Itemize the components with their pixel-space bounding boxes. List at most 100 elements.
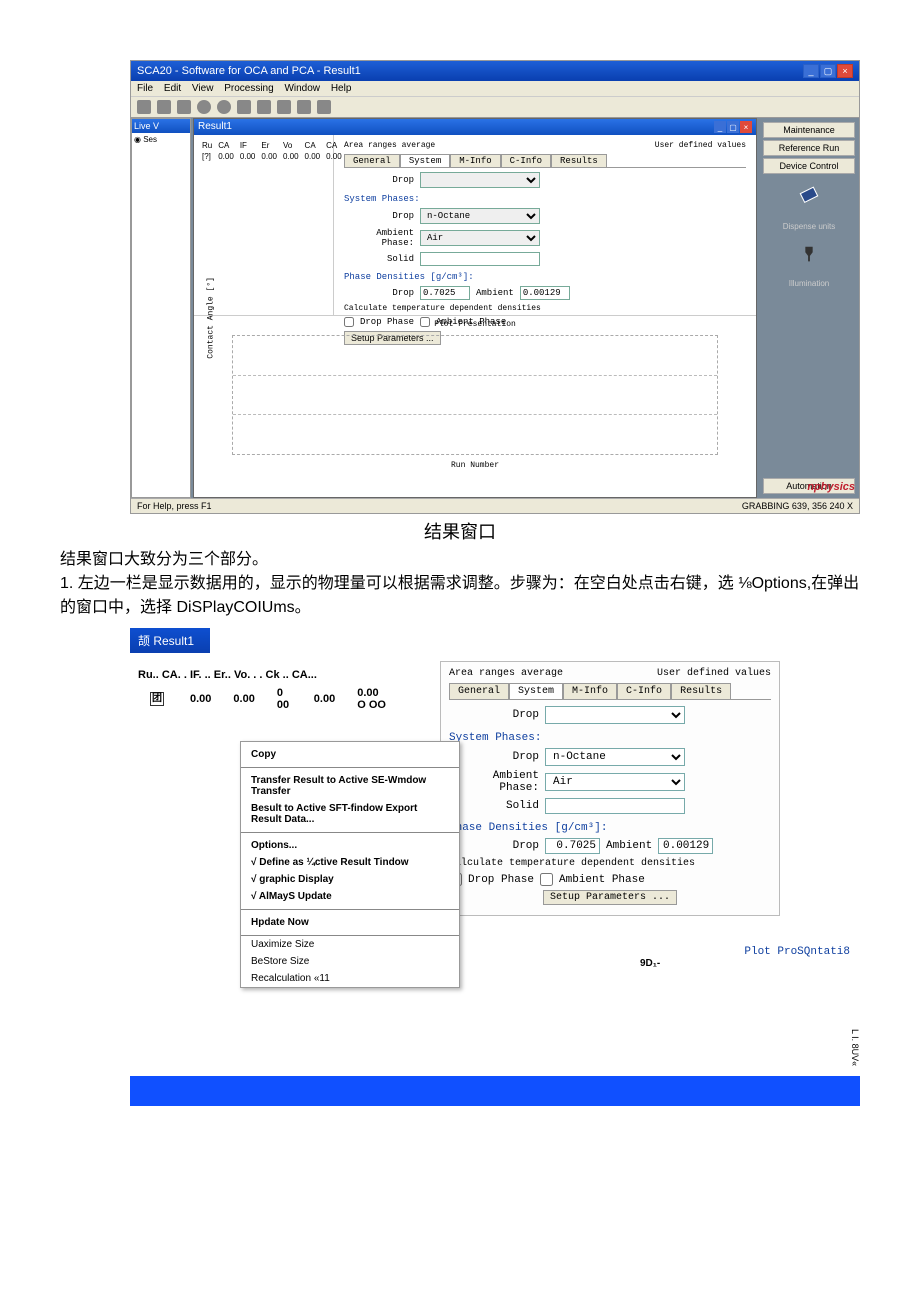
dispense-units-icon[interactable] [793,182,825,214]
tab-general[interactable]: General [344,154,400,167]
user-defined-label2[interactable]: User defined values [657,668,771,679]
r2-density-drop-input[interactable] [545,838,600,854]
density-ambient-input[interactable] [520,286,570,300]
panel2-right-wrap: Area ranges average User defined values … [440,661,860,1066]
tab2-cinfo[interactable]: C-Info [617,683,671,699]
ctx-recalc[interactable]: Recalculation «11 [241,970,459,987]
illumination-icon[interactable] [793,239,825,271]
toolbar-misc3-icon[interactable] [317,100,331,114]
r2-tiny-label: 9D₁- [640,958,860,969]
toolbar-save-icon[interactable] [157,100,171,114]
r2-solid-input[interactable] [545,798,685,814]
area-ranges-label2[interactable]: Area ranges average [449,668,563,679]
tab2-minfo[interactable]: M-Info [563,683,617,699]
maximize-button[interactable]: ▢ [820,64,836,78]
r2-vertical-label: L I. 8UV« [850,1029,860,1066]
sidebar-maintenance[interactable]: Maintenance [763,122,855,138]
r2-ambient-phase-checkbox[interactable] [540,873,553,886]
menu-processing[interactable]: Processing [224,83,273,94]
ctx-group-copy: Copy [241,742,459,768]
minimize-button[interactable]: _ [803,64,819,78]
col-hdr: Ru [200,141,214,150]
menubar: File Edit View Processing Window Help [131,81,859,97]
toolbar-print-icon[interactable] [177,100,191,114]
r2-drop-phase-select[interactable]: n-Octane [545,748,685,766]
r2-setup-parameters-button[interactable]: Setup Parameters ... [543,890,677,905]
toolbar-circle2-icon[interactable] [217,100,231,114]
ctx-transfer-sft[interactable]: Besult to Active SFT-findow Export Resul… [241,800,459,828]
densities-row: Drop Ambient [344,286,746,300]
drop-phase-row: Drop n-Octane [344,208,746,224]
menu-window[interactable]: Window [284,83,320,94]
ctx-always-update[interactable]: √ AlMayS Update [241,888,459,905]
ambient-phase-select[interactable]: Air [420,230,540,246]
result-body: Ru CA IF Er Vo CA CA [?] [194,135,756,490]
menu-edit[interactable]: Edit [164,83,181,94]
menu-file[interactable]: File [137,83,153,94]
tab-minfo[interactable]: M-Info [450,154,500,167]
panel2-right: Area ranges average User defined values … [440,661,780,916]
tab2-results[interactable]: Results [671,683,731,699]
ctx-copy[interactable]: Copy [241,746,459,763]
drop-label: Drop [344,175,414,185]
sidebar-device-control[interactable]: Device Control [763,158,855,174]
app-titlebar: SCA20 - Software for OCA and PCA - Resul… [131,61,859,81]
menu-help[interactable]: Help [331,83,352,94]
statusbar: For Help, press F1 GRABBING 639, 356 240… [131,498,859,513]
plot-area[interactable]: Contact Angle [°] [232,335,718,455]
r2-density-ambient-input[interactable] [658,838,713,854]
ctx-options[interactable]: Options... [241,837,459,854]
toolbar-misc2-icon[interactable] [297,100,311,114]
tab-system[interactable]: System [400,154,450,167]
r2-phase-densities: Phase Densities [g/cm³]: [449,822,771,834]
ctx-transfer-se[interactable]: Transfer Result to Active SE-Wmdow Trans… [241,772,459,800]
ctx-maximize[interactable]: Uaximize Size [241,936,459,953]
tab-results[interactable]: Results [551,154,607,167]
drop-phase-select[interactable]: n-Octane [420,208,540,224]
toolbar-misc1-icon[interactable] [277,100,291,114]
r2-drop-select[interactable] [545,706,685,724]
live-video-panel: Live V ◉ Ses [131,118,191,498]
app-body: Live V ◉ Ses Result1 _ ▢ × [131,118,859,498]
density-drop-input[interactable] [420,286,470,300]
sidebar: Maintenance Reference Run Device Control… [759,118,859,498]
r2-ambient-phase-row: Ambient Phase: Air [449,770,771,794]
user-defined-label[interactable]: User defined values [655,141,746,150]
dispense-units-label: Dispense units [763,222,855,231]
drop-select[interactable] [420,172,540,188]
drop-row: Drop [344,172,746,188]
result-min-button[interactable]: _ [714,121,726,133]
close-button[interactable]: × [837,64,853,78]
result-max-button[interactable]: ▢ [727,121,739,133]
body-step: 1. 左边一栏是显示数据用的，显示的物理量可以根据需求调整。步骤为：在空白处点击… [60,572,860,620]
ctx-group-update: Hpdate Now [241,910,459,936]
toolbar-open-icon[interactable] [137,100,151,114]
solid-label: Solid [344,254,414,264]
ctx-restore[interactable]: BeStore Size [241,953,459,970]
area-ranges-label[interactable]: Area ranges average [344,141,435,150]
panel2-data-table: 团 0.00 0.00 0 00 0.00 0.00 O OO [138,685,400,713]
toolbar-info-icon[interactable] [237,100,251,114]
result-close-button[interactable]: × [740,121,752,133]
menu-view[interactable]: View [192,83,214,94]
data-table: Ru CA IF Er Vo CA CA [?] [196,137,348,165]
toolbar-circle1-icon[interactable] [197,100,211,114]
tab2-general[interactable]: General [449,683,509,699]
sidebar-reference-run[interactable]: Reference Run [763,140,855,156]
ctx-group-size: Uaximize Size BeStore Size Recalculation… [241,936,459,987]
r2-ambient-phase-select[interactable]: Air [545,773,685,791]
solid-input[interactable] [420,252,540,266]
ctx-define-active[interactable]: √ Define as ¼ctive Result Tindow [241,854,459,871]
header-tabs-row2: Area ranges average User defined values [449,668,771,679]
cell: 0.00 [223,687,264,711]
r2-ambient-phase-chk-label: Ambient Phase [559,874,645,886]
tab-cinfo[interactable]: C-Info [501,154,551,167]
toolbar-help-icon[interactable] [257,100,271,114]
cell: 0.00 [180,687,221,711]
ses-radio-icon[interactable]: ◉ [134,135,141,144]
solid-row: Solid [344,252,746,266]
ctx-update-now[interactable]: Hpdate Now [241,914,459,931]
result-window-controls: _ ▢ × [714,121,752,133]
tab2-system[interactable]: System [509,683,563,699]
ctx-graphic-display[interactable]: √ graphic Display [241,871,459,888]
